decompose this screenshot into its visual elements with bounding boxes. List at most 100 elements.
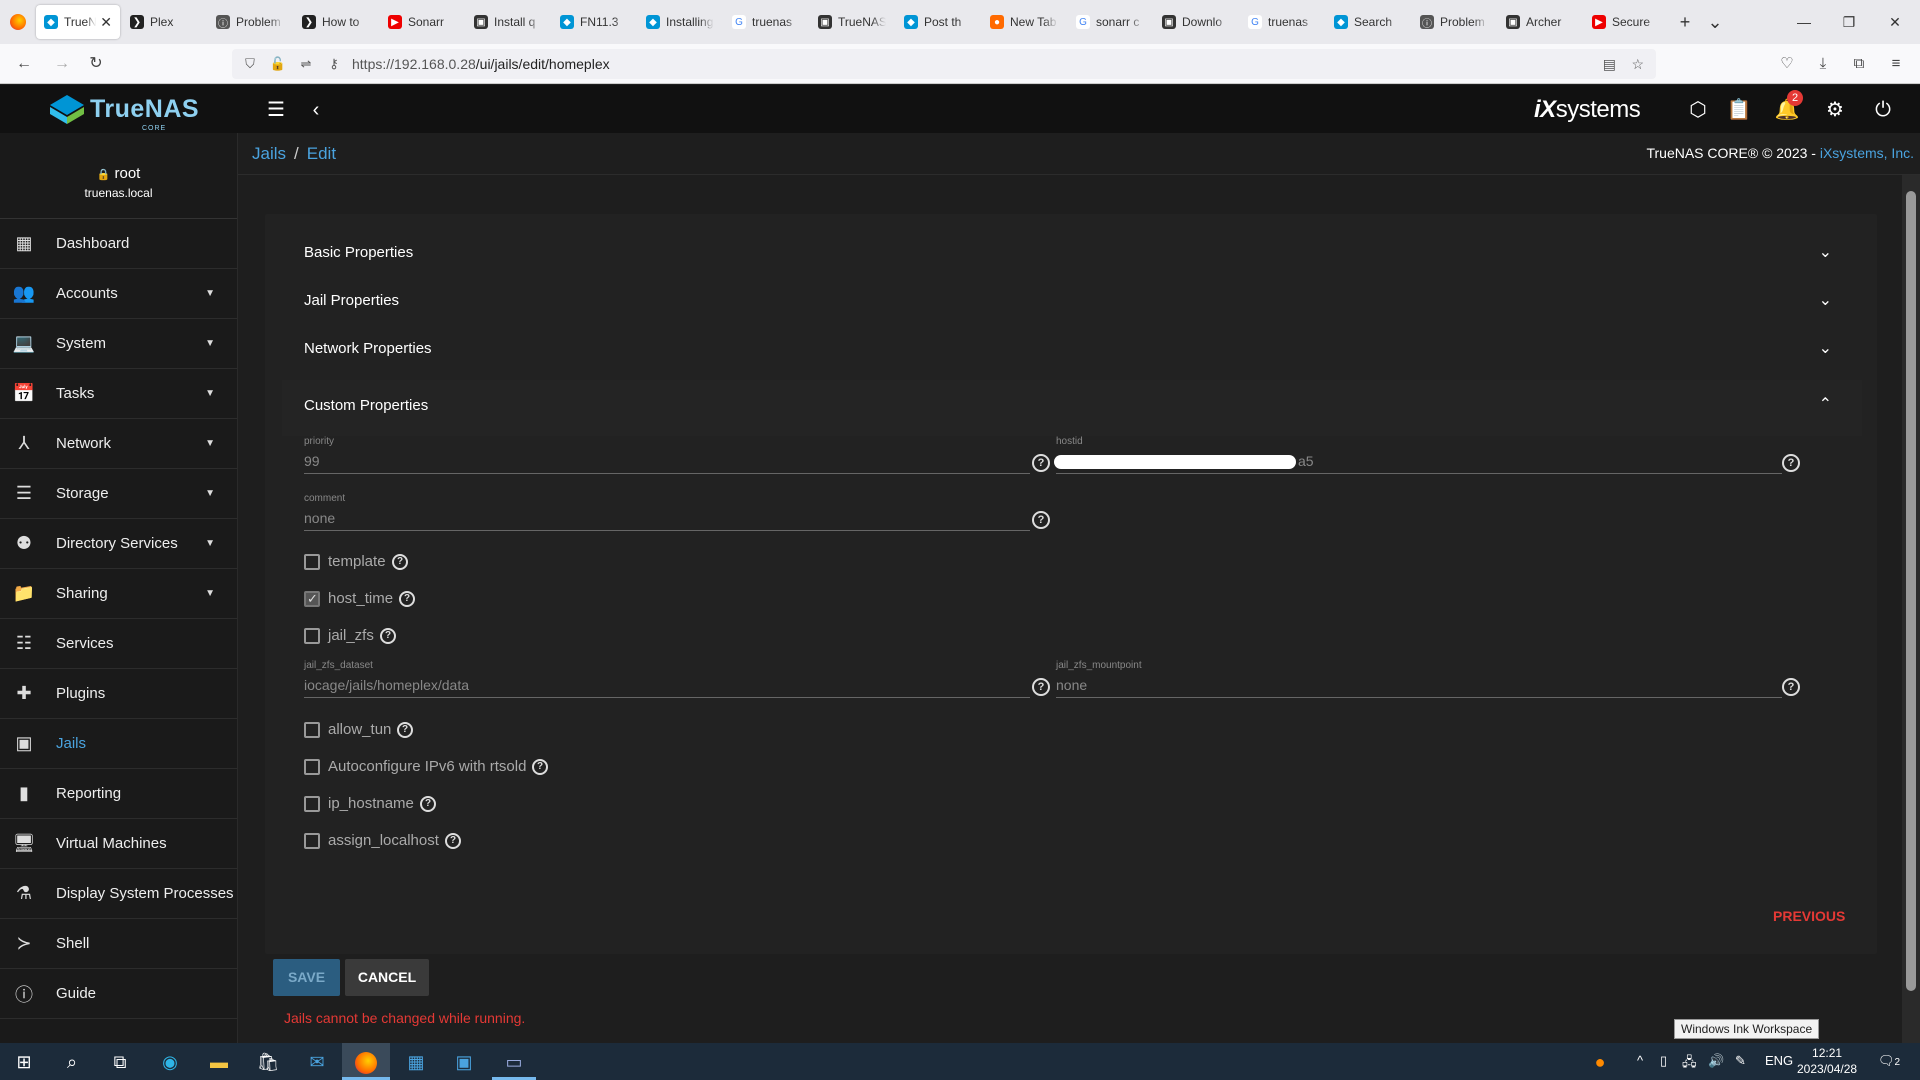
- app-icon[interactable]: ▦: [402, 1048, 430, 1076]
- checkbox-label[interactable]: ip_hostname: [328, 795, 414, 812]
- close-window-button[interactable]: ✕: [1866, 0, 1920, 44]
- browser-tab[interactable]: Gsonarr c: [1068, 5, 1152, 39]
- jail-zfs-mountpoint-field[interactable]: none: [1056, 677, 1782, 698]
- cancel-button[interactable]: CANCEL: [345, 959, 429, 996]
- help-icon[interactable]: ?: [532, 759, 548, 775]
- lock-icon[interactable]: 🔓: [268, 56, 288, 72]
- reader-view-icon[interactable]: ▤: [1603, 56, 1616, 73]
- sidebar-item-services[interactable]: ☷ Services: [0, 619, 237, 669]
- tray-app-icon[interactable]: ●: [1586, 1048, 1614, 1076]
- forward-icon[interactable]: →: [50, 52, 74, 76]
- checkbox-label[interactable]: host_time: [328, 590, 393, 607]
- sidebar-item-shell[interactable]: ≻ Shell: [0, 919, 237, 969]
- ixsystems-link[interactable]: iXsystems, Inc.: [1820, 145, 1914, 161]
- browser-tab[interactable]: ◆ Search: [1326, 5, 1410, 39]
- help-icon[interactable]: ?: [420, 796, 436, 812]
- checkbox-label[interactable]: Autoconfigure IPv6 with rtsold: [328, 758, 526, 775]
- sidebar-item-plugins[interactable]: ✚ Plugins: [0, 669, 237, 719]
- new-tab-button[interactable]: +: [1670, 12, 1700, 33]
- sidebar-item-directory-services[interactable]: ⚉ Directory Services ▼: [0, 519, 237, 569]
- browser-tab[interactable]: ⓘ Problem: [208, 5, 292, 39]
- task-manager-icon[interactable]: 📋: [1726, 97, 1752, 123]
- browser-tab[interactable]: ● New Tab: [982, 5, 1066, 39]
- list-all-tabs-icon[interactable]: ⌄: [1700, 12, 1730, 33]
- bookmark-star-icon[interactable]: ☆: [1631, 56, 1644, 73]
- settings-gear-icon[interactable]: ⚙: [1822, 97, 1848, 123]
- mail-icon[interactable]: ✉: [303, 1048, 331, 1076]
- tray-overflow-icon[interactable]: ^: [1637, 1053, 1643, 1068]
- section-basic-properties[interactable]: Basic Properties ⌄: [282, 230, 1862, 274]
- sidebar-item-reporting[interactable]: ▮ Reporting: [0, 769, 237, 819]
- pen-icon[interactable]: ✎: [1735, 1053, 1746, 1069]
- comment-field[interactable]: none: [304, 510, 1030, 531]
- sidebar-item-sharing[interactable]: 📁 Sharing ▼: [0, 569, 237, 619]
- ixsystems-logo[interactable]: iXsystems: [1534, 95, 1641, 124]
- edge-icon[interactable]: ◉: [156, 1048, 184, 1076]
- checkbox-allow-tun[interactable]: [304, 722, 320, 738]
- browser-tab[interactable]: ◆ TrueNAS✕: [36, 5, 120, 39]
- volume-icon[interactable]: 🔊: [1708, 1053, 1724, 1069]
- checkbox-label[interactable]: jail_zfs: [328, 627, 374, 644]
- page-scrollbar[interactable]: [1902, 175, 1920, 1043]
- reload-icon[interactable]: ↻: [84, 52, 108, 76]
- help-icon[interactable]: ?: [397, 722, 413, 738]
- browser-tab[interactable]: ▶ Sonarr: [380, 5, 464, 39]
- sidebar-item-system[interactable]: 💻 System ▼: [0, 319, 237, 369]
- windows-start-icon[interactable]: ⊞: [10, 1048, 38, 1076]
- jail-zfs-dataset-field[interactable]: iocage/jails/homeplex/data: [304, 677, 1030, 698]
- browser-tab[interactable]: Gtruenas: [1240, 5, 1324, 39]
- browser-tab[interactable]: Gtruenas: [724, 5, 808, 39]
- checkbox-label[interactable]: assign_localhost: [328, 832, 439, 849]
- clock[interactable]: 12:21 2023/04/28: [1797, 1045, 1857, 1077]
- url-bar[interactable]: ⛉ 🔓 ⇌ ⚷ https://192.168.0.28/ui/jails/ed…: [232, 49, 1656, 79]
- downloads-icon[interactable]: ⤓: [1811, 52, 1835, 76]
- section-custom-properties[interactable]: Custom Properties ⌃: [282, 380, 1862, 436]
- breadcrumb-jails-link[interactable]: Jails: [252, 144, 286, 163]
- checkbox-jail-zfs[interactable]: [304, 628, 320, 644]
- app-icon[interactable]: ▣: [450, 1048, 478, 1076]
- checkbox-autoconfigure-ipv6-with-rtsold[interactable]: [304, 759, 320, 775]
- priority-field[interactable]: 99: [304, 453, 1030, 474]
- sidebar-item-virtual-machines[interactable]: 🖥 Virtual Machines: [0, 819, 237, 869]
- sidebar-item-tasks[interactable]: 📅 Tasks ▼: [0, 369, 237, 419]
- sidebar-item-guide[interactable]: ⓘ Guide: [0, 969, 237, 1019]
- hamburger-menu-icon[interactable]: ☰: [263, 97, 289, 123]
- browser-tab[interactable]: ◆ Installing: [638, 5, 722, 39]
- browser-tab[interactable]: ▶ Secure: [1584, 5, 1668, 39]
- sidebar-item-display-system-processes[interactable]: ⚗ Display System Processes: [0, 869, 237, 919]
- browser-tab[interactable]: ◆ FN11.3: [552, 5, 636, 39]
- browser-tab[interactable]: ❯ Plex: [122, 5, 206, 39]
- browser-tab[interactable]: ⓘ Problem: [1412, 5, 1496, 39]
- tray-device-icon[interactable]: ▯: [1660, 1053, 1667, 1069]
- help-icon[interactable]: ?: [1782, 454, 1800, 472]
- help-icon[interactable]: ?: [1032, 678, 1050, 696]
- sidebar-item-storage[interactable]: ☰ Storage ▼: [0, 469, 237, 519]
- help-icon[interactable]: ?: [445, 833, 461, 849]
- browser-tab[interactable]: ◆ Post th: [896, 5, 980, 39]
- help-icon[interactable]: ?: [1032, 511, 1050, 529]
- help-icon[interactable]: ?: [380, 628, 396, 644]
- truecommand-icon[interactable]: ⬡: [1685, 97, 1711, 123]
- section-network-properties[interactable]: Network Properties ⌄: [282, 326, 1862, 370]
- firefox-icon[interactable]: [352, 1048, 380, 1076]
- sidebar-item-network[interactable]: ⅄ Network ▼: [0, 419, 237, 469]
- browser-tab[interactable]: ▣ Install q: [466, 5, 550, 39]
- browser-tab[interactable]: ▣ Downlo: [1154, 5, 1238, 39]
- checkbox-label[interactable]: template: [328, 553, 386, 570]
- close-tab-icon[interactable]: ✕: [100, 14, 112, 31]
- network-icon[interactable]: 🖧: [1682, 1053, 1697, 1075]
- help-icon[interactable]: ?: [1782, 678, 1800, 696]
- url-text[interactable]: https://192.168.0.28/ui/jails/edit/homep…: [352, 56, 610, 72]
- language-indicator[interactable]: ENG: [1765, 1053, 1793, 1068]
- sidebar-item-dashboard[interactable]: ▦ Dashboard: [0, 219, 237, 269]
- power-icon[interactable]: ⏻: [1870, 97, 1896, 123]
- browser-tab[interactable]: ▣ TrueNAS: [810, 5, 894, 39]
- shield-icon[interactable]: ⛉: [240, 56, 260, 72]
- checkbox-template[interactable]: [304, 554, 320, 570]
- sidebar-item-accounts[interactable]: 👥 Accounts ▼: [0, 269, 237, 319]
- breadcrumb-edit-link[interactable]: Edit: [307, 144, 336, 163]
- back-icon[interactable]: ←: [12, 52, 36, 76]
- permissions-icon[interactable]: ⇌: [296, 56, 316, 72]
- checkbox-host-time[interactable]: [304, 591, 320, 607]
- firefox-icon[interactable]: [10, 14, 26, 30]
